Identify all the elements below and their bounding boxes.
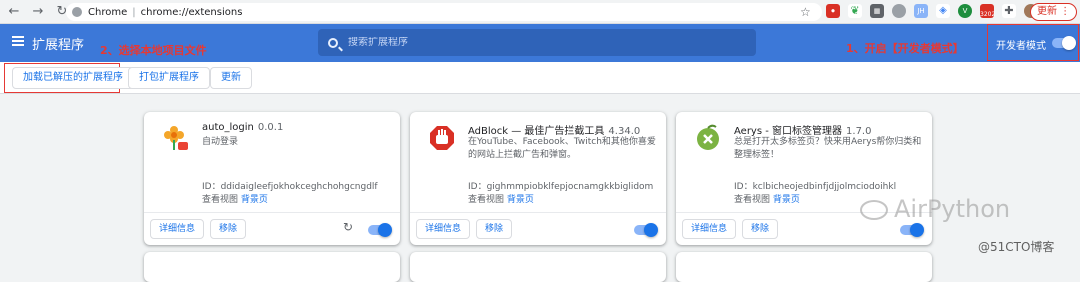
extension-card-partial [676, 252, 932, 282]
details-button[interactable]: 详细信息 [150, 219, 205, 239]
extension-name: AdBlock — 最佳广告拦截工具 4.34.0 [468, 122, 640, 137]
jh-ext-icon[interactable]: JH [914, 4, 928, 18]
v-ext-icon[interactable]: V [958, 4, 972, 18]
views-label: 查看视图 [202, 195, 239, 205]
search-input[interactable] [348, 37, 728, 48]
leaf-ext-icon[interactable]: ❦ [848, 4, 862, 18]
site-info-icon[interactable] [72, 7, 82, 17]
toggle-knob [910, 223, 924, 237]
dev-mode-highlight: 开发者模式 [987, 24, 1079, 61]
id-value: kclbicheojedbinfjdjjolmciodoihkl [752, 182, 897, 192]
aerys-leaf-icon [697, 124, 719, 150]
id-value: ddidaigleefjokhokceghchohgcngdlf [220, 182, 378, 192]
site-name: Chrome [88, 6, 128, 18]
remove-button[interactable]: 移除 [742, 219, 779, 239]
extension-toggle[interactable] [634, 223, 658, 237]
dev-mode-toggle[interactable] [1052, 36, 1076, 50]
id-value: gighmmpiobklfepjocnamgkkbiglidom [486, 182, 654, 192]
remove-button[interactable]: 移除 [476, 219, 513, 239]
mail-ext-icon[interactable]: 3202 [980, 4, 995, 18]
extension-card-adblock: AdBlock — 最佳广告拦截工具 4.34.0 在YouTube、Facebo… [410, 112, 666, 245]
background-page-link[interactable]: 背景页 [507, 195, 534, 205]
extension-description: 在YouTube、Facebook、Twitch和其他你喜爱的网站上拦截广告和弹… [468, 137, 656, 160]
adblock-ext-icon[interactable]: ⏺ [826, 4, 840, 18]
back-icon[interactable]: ← [4, 2, 24, 22]
diamond-ext-icon[interactable]: ◈ [936, 4, 950, 18]
background-page-link[interactable]: 背景页 [241, 195, 268, 205]
extensions-header: 扩展程序 2、选择本地项目文件 1、开启【开发者模式】 开发者模式 [0, 24, 1080, 62]
circle-ext-icon[interactable] [892, 4, 906, 18]
background-page-link[interactable]: 背景页 [773, 195, 800, 205]
pack-extension-button[interactable]: 打包扩展程序 [128, 67, 210, 89]
search-bar[interactable] [318, 29, 756, 56]
extension-toggle[interactable] [900, 223, 924, 237]
reload-extension-icon[interactable]: ↻ [343, 220, 353, 234]
toggle-knob [1062, 36, 1076, 50]
extension-version: 0.0.1 [257, 122, 284, 133]
id-label: ID： [734, 182, 753, 192]
extension-icons: ⏺ ❦ ▦ JH ◈ V 3202 ✚ [826, 4, 1046, 18]
extension-card-partial [410, 252, 666, 282]
toggle-knob [378, 223, 392, 237]
browser-toolbar: ← → ↻ Chrome | chrome://extensions ☆ ⏺ ❦… [0, 0, 1080, 24]
id-label: ID： [202, 182, 221, 192]
dev-toolbar: 加载已解压的扩展程序 打包扩展程序 更新 [0, 62, 1080, 94]
extension-name: Aerys - 窗口标签管理器 1.7.0 [734, 122, 871, 137]
details-button[interactable]: 详细信息 [682, 219, 737, 239]
extension-views: 查看视图 背景页 [734, 192, 800, 205]
watermark-text: AirPython [894, 195, 1011, 223]
annotation-step1: 1、开启【开发者模式】 [846, 42, 964, 55]
address-bar[interactable]: Chrome | chrome://extensions [66, 3, 822, 21]
extension-name-text: auto_login [202, 122, 254, 133]
url-text: chrome://extensions [140, 6, 243, 18]
card-divider [410, 212, 666, 213]
load-unpacked-button[interactable]: 加载已解压的扩展程序 [12, 67, 134, 89]
airpython-watermark: AirPython [860, 195, 1010, 223]
url-separator: | [132, 6, 136, 18]
extension-name: auto_login 0.0.1 [202, 122, 283, 133]
details-button[interactable]: 详细信息 [416, 219, 471, 239]
bookmark-star-icon[interactable]: ☆ [800, 5, 811, 19]
extension-views: 查看视图 背景页 [202, 192, 268, 205]
qr-ext-icon[interactable]: ▦ [870, 4, 884, 18]
annotation-step2: 2、选择本地项目文件 [100, 44, 207, 57]
puzzle-icon[interactable]: ✚ [1002, 4, 1016, 18]
browser-update-button[interactable]: 更新 ⋮ [1030, 3, 1078, 21]
search-icon [328, 37, 338, 48]
remove-button[interactable]: 移除 [210, 219, 247, 239]
toggle-knob [644, 223, 658, 237]
views-label: 查看视图 [468, 195, 505, 205]
wechat-logo-icon [860, 200, 888, 220]
update-extensions-button[interactable]: 更新 [210, 67, 252, 89]
extension-card-auto-login: auto_login 0.0.1 自动登录 ID：ddidaigleefjokho… [144, 112, 400, 245]
extension-description: 总是打开太多标签页？快来用Aerys帮你归类和整理标签！ [734, 137, 922, 160]
browser-update-label: 更新 [1037, 6, 1057, 17]
adblock-stop-icon [430, 126, 454, 150]
id-label: ID： [468, 182, 487, 192]
blog-watermark: @51CTO博客 [978, 240, 1055, 254]
extension-id: ID：kclbicheojedbinfjdjjolmciodoihkl [734, 179, 896, 192]
extension-id: ID：ddidaigleefjokhokceghchohgcngdlf [202, 179, 378, 192]
extension-toggle[interactable] [368, 223, 392, 237]
extension-card-partial [144, 252, 400, 282]
dev-mode-label: 开发者模式 [996, 41, 1046, 52]
extension-views: 查看视图 背景页 [468, 192, 534, 205]
card-divider [144, 212, 400, 213]
extension-description: 自动登录 [202, 137, 239, 147]
extension-id: ID：gighmmpiobklfepjocnamgkkbiglidom [468, 179, 653, 192]
menu-icon[interactable] [12, 36, 24, 46]
page-title: 扩展程序 [32, 38, 85, 53]
forward-icon[interactable]: → [28, 2, 48, 22]
extension-card-aerys: Aerys - 窗口标签管理器 1.7.0 总是打开太多标签页？快来用Aerys帮… [676, 112, 932, 245]
flower-icon [164, 126, 188, 150]
views-label: 查看视图 [734, 195, 771, 205]
